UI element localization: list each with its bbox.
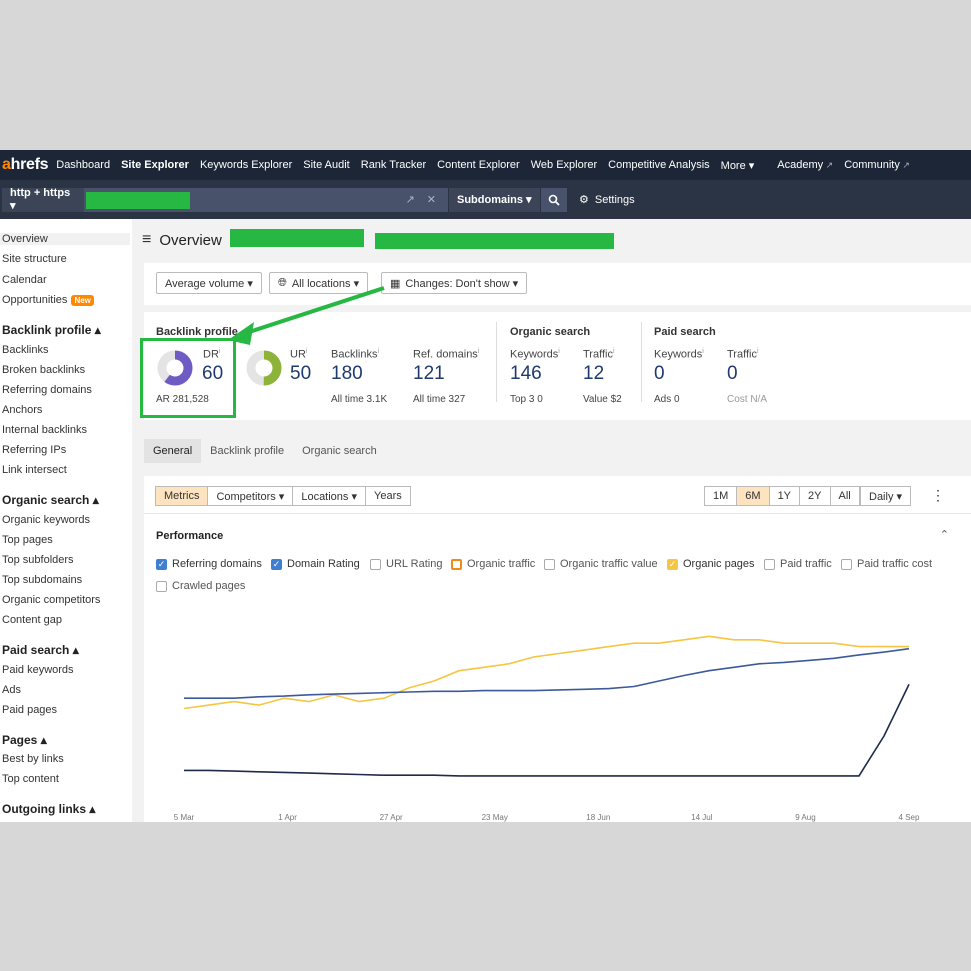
- arrow-head: [228, 322, 254, 345]
- arrow-shaft: [245, 286, 385, 335]
- annotation-arrow: [228, 286, 385, 345]
